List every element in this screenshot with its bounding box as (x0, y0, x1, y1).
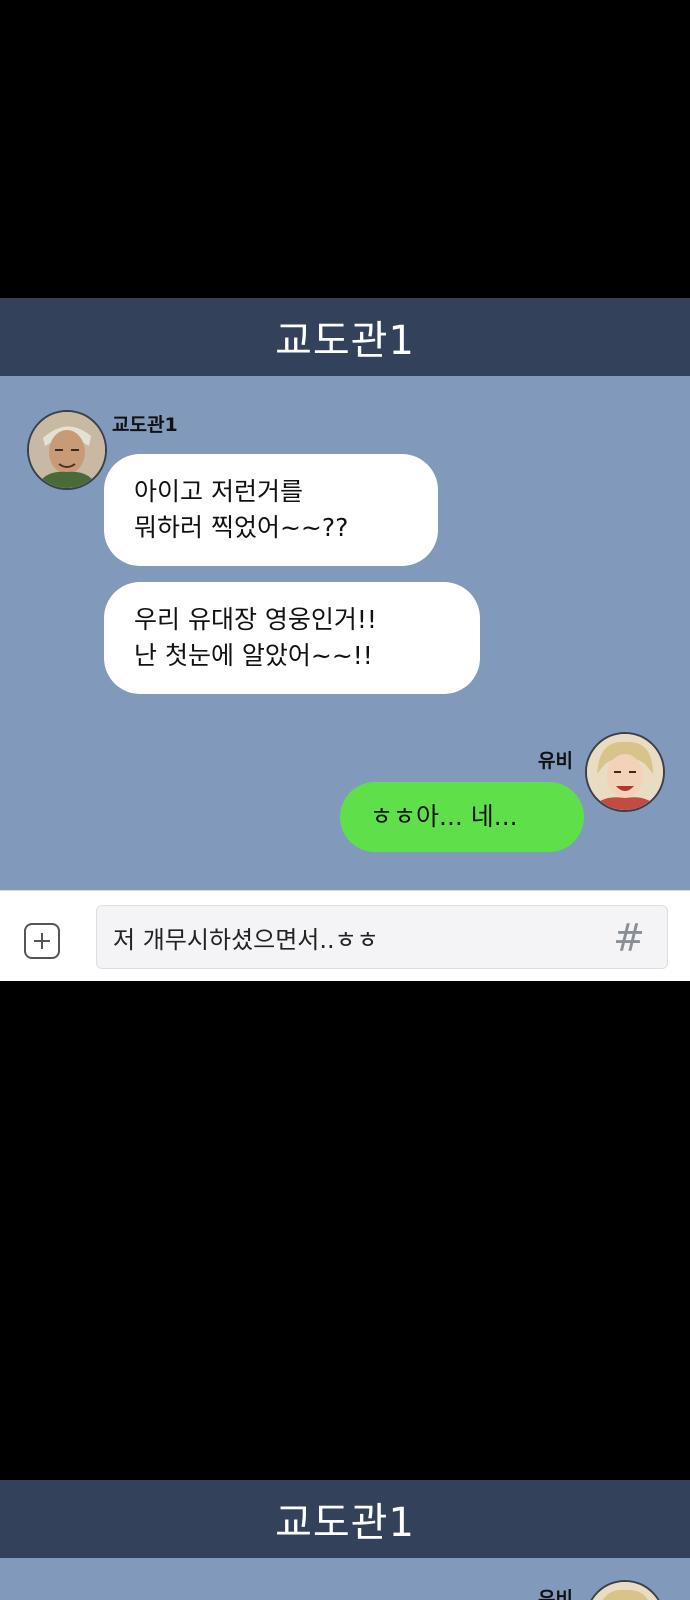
message-list: 교도관1 아이고 저런거를 뭐하러 찍었어~~?? 우리 유대장 영웅인거!! … (0, 376, 690, 890)
chat-panel: 교도관1 교도관1 아이고 저런거를 뭐하러 찍었어~~?? 우리 유대장 영웅… (0, 298, 690, 984)
chat-header: 교도관1 (0, 298, 690, 376)
sender-name: 유비 (538, 1588, 573, 1600)
chat-panel-next: 교도관1 유비 (0, 1480, 690, 1600)
guard-portrait-icon (29, 412, 105, 488)
message-list: 유비 (0, 1558, 690, 1600)
message-bubble[interactable]: ㅎㅎ아... 네... (340, 782, 584, 852)
message-line: 난 첫눈에 알았어~~!! (134, 641, 373, 670)
message-line: 뭐하러 찍었어~~?? (134, 513, 349, 542)
message-line: 아이고 저런거를 (134, 477, 303, 506)
message-line: 우리 유대장 영웅인거!! (134, 605, 377, 634)
yubi-portrait-icon (587, 1582, 663, 1600)
hash-icon[interactable]: # (613, 916, 645, 960)
avatar-yubi[interactable] (585, 1580, 665, 1600)
composer: 저 개무시하셨으면서..ㅎㅎ # (0, 890, 690, 981)
message-input[interactable]: 저 개무시하셨으면서..ㅎㅎ # (96, 905, 668, 969)
message-input-value: 저 개무시하셨으면서..ㅎㅎ (113, 925, 379, 954)
plus-icon[interactable] (24, 923, 60, 959)
avatar-guard[interactable] (27, 410, 107, 490)
avatar-yubi[interactable] (585, 732, 665, 812)
sender-name: 유비 (538, 750, 573, 772)
message-bubble[interactable]: 우리 유대장 영웅인거!! 난 첫눈에 알았어~~!! (104, 582, 480, 694)
yubi-portrait-icon (587, 734, 663, 810)
sender-name: 교도관1 (112, 414, 178, 436)
chat-header: 교도관1 (0, 1480, 690, 1558)
chat-title: 교도관1 (275, 318, 415, 364)
message-line: ㅎㅎ아... 네... (370, 802, 518, 831)
message-bubble[interactable]: 아이고 저런거를 뭐하러 찍었어~~?? (104, 454, 438, 566)
chat-title: 교도관1 (275, 1500, 415, 1546)
